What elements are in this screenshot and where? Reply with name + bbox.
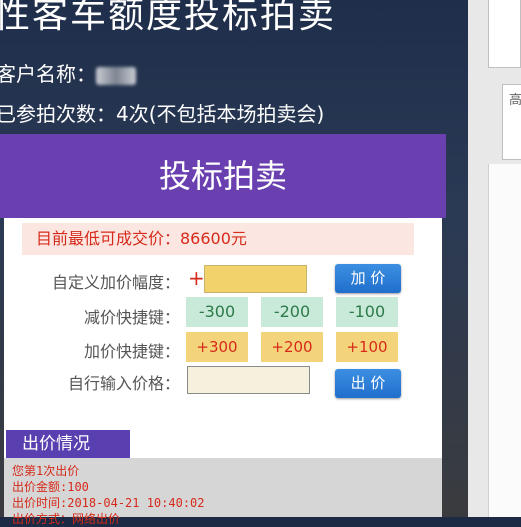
bid-log-line: 出价时间:2018-04-21 10:40:02 bbox=[12, 496, 205, 510]
bid-log: 您第1次出价 出价金额:100 出价时间:2018-04-21 10:40:02… bbox=[4, 458, 442, 526]
bid-log-line: 出价方式：网络出价 bbox=[12, 512, 121, 526]
right-panel-inner bbox=[488, 164, 521, 517]
bid-button[interactable]: 出 价 bbox=[335, 369, 401, 398]
decrease-200-button[interactable]: -200 bbox=[261, 297, 323, 327]
decrease-300-button[interactable]: -300 bbox=[186, 297, 248, 327]
manual-price-label: 自行输入价格： bbox=[67, 374, 180, 393]
page-title: 性客车额度投标拍卖 bbox=[0, 0, 337, 36]
right-panel: 高 bbox=[468, 0, 521, 517]
increase-100-button[interactable]: +100 bbox=[336, 332, 398, 362]
customer-name-redacted bbox=[96, 66, 136, 85]
manual-price-input[interactable] bbox=[187, 366, 310, 394]
customer-name-row: 客户名称： bbox=[0, 58, 136, 87]
lowest-price-bar: 目前最低可成交价：86600元 bbox=[22, 223, 414, 255]
increase-300-button[interactable]: +300 bbox=[186, 332, 248, 362]
increment-input[interactable] bbox=[204, 265, 307, 293]
increase-shortcut-label: 加价快捷键： bbox=[83, 342, 180, 361]
decrease-shortcut-label: 减价快捷键： bbox=[83, 308, 180, 327]
participation-count: 已参拍次数：4次(不包括本场拍卖会) bbox=[0, 102, 325, 126]
add-price-button[interactable]: 加 价 bbox=[335, 264, 401, 293]
bid-log-line: 出价金额:100 bbox=[12, 480, 89, 494]
custom-increment-label: 自定义加价幅度： bbox=[51, 273, 180, 292]
right-panel-box bbox=[488, 0, 521, 68]
customer-name-label: 客户名称： bbox=[0, 62, 96, 86]
right-panel-box-text: 高 bbox=[502, 84, 521, 160]
bid-log-line: 您第1次出价 bbox=[12, 464, 80, 478]
increase-200-button[interactable]: +200 bbox=[261, 332, 323, 362]
plus-sign: + bbox=[188, 266, 205, 290]
decrease-100-button[interactable]: -100 bbox=[336, 297, 398, 327]
bid-status-tab[interactable]: 出价情况 bbox=[6, 430, 130, 458]
auction-title: 投标拍卖 bbox=[0, 134, 446, 218]
